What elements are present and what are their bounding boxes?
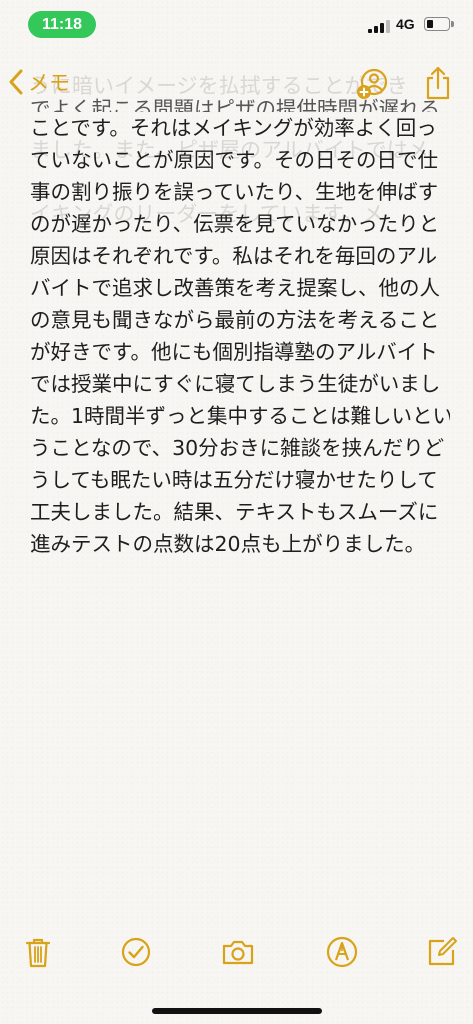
- note-line: ことです。それはメイキングが効率よく回っ: [30, 116, 437, 140]
- compose-icon: [428, 937, 457, 966]
- status-bar: 11:18 4G: [0, 0, 473, 48]
- note-line: うことなので、30分おきに雑談を挟んだりど: [30, 436, 445, 460]
- trash-icon: [25, 938, 51, 968]
- cellular-signal-icon: [368, 19, 390, 33]
- checklist-button[interactable]: [118, 934, 154, 970]
- network-type: 4G: [396, 16, 415, 32]
- note-line: 進みテストの点数は20点も上がりました。: [30, 532, 426, 556]
- compose-button[interactable]: [424, 934, 460, 970]
- note-line: た。1時間半ずっと集中することは難しいとい: [30, 404, 450, 428]
- note-line: では授業中にすぐに寝てしまう生徒がいまし: [30, 372, 441, 396]
- home-indicator[interactable]: [152, 1008, 322, 1014]
- note-lines: ことです。それはメイキングが効率よく回っ ていないことが原因です。その日その日で仕…: [30, 112, 450, 556]
- note-line: うしても眠たい時は五分だけ寝かせたりして: [30, 468, 438, 492]
- note-line: ていないことが原因です。その日その日で仕: [30, 148, 438, 172]
- note-line-partial: でよく起こる問題はピザの提供時間が遅れる: [30, 97, 440, 112]
- note-line: 原因はそれぞれです。私はそれを毎回のアル: [30, 244, 438, 268]
- checkmark-circle-icon: [121, 937, 151, 967]
- status-time[interactable]: 11:18: [28, 11, 96, 38]
- note-body[interactable]: でよく起こる問題はピザの提供時間が遅れる ことです。それはメイキングが効率よく回…: [30, 96, 450, 556]
- chevron-left-icon: [9, 69, 23, 95]
- note-line: が好きです。他にも個別指導塾のアルバイト: [30, 340, 438, 364]
- camera-button[interactable]: [220, 934, 256, 970]
- markup-button[interactable]: [324, 934, 360, 970]
- delete-button[interactable]: [20, 934, 56, 970]
- note-line: のが遅かったり、伝票を見ていなかったりと: [30, 212, 440, 236]
- battery-icon: [424, 17, 454, 31]
- bottom-toolbar: [0, 926, 473, 978]
- note-line: バイトで追求し改善策を考え提案し、他の人: [30, 276, 440, 300]
- back-button-label: メモ: [28, 71, 70, 95]
- note-line: 工夫しました。結果、テキストもスムーズに: [30, 500, 439, 524]
- note-line: 事の割り振りを誤っていたり、生地を伸ばす: [30, 180, 439, 204]
- note-line: の意見も聞きながら最前の方法を考えること: [30, 308, 440, 332]
- camera-icon: [222, 940, 254, 965]
- pen-tip-circle-icon: [326, 936, 358, 968]
- battery-nub: [451, 21, 454, 27]
- battery-level: [427, 20, 433, 28]
- back-button[interactable]: メモ: [8, 64, 70, 100]
